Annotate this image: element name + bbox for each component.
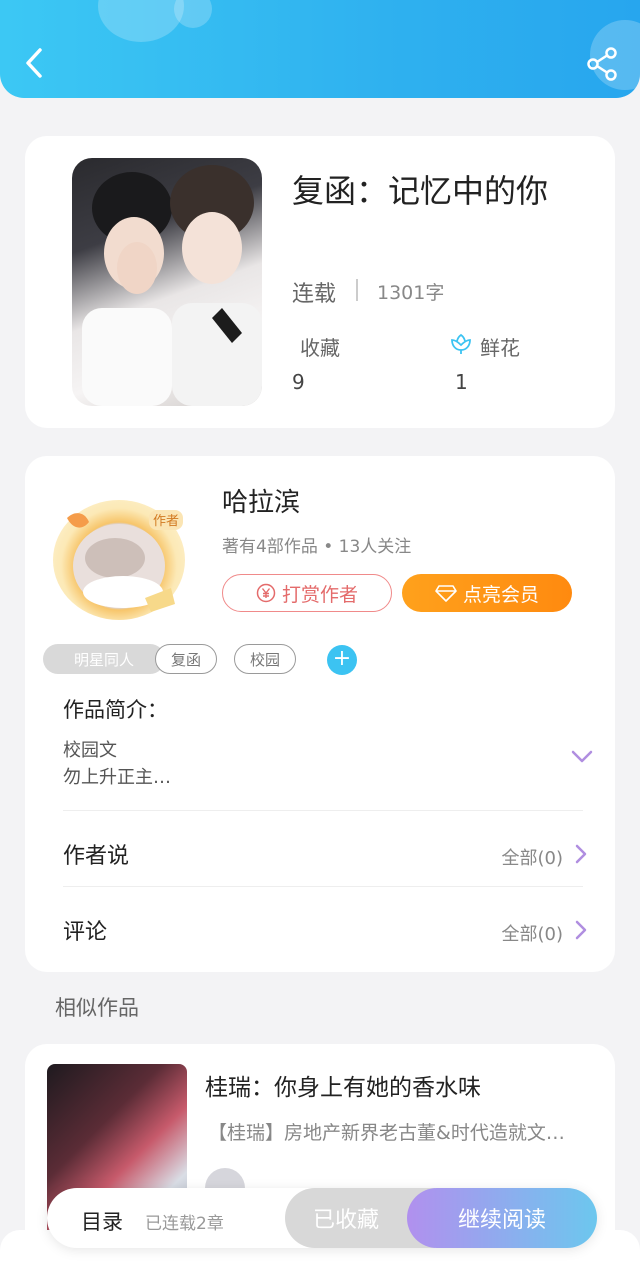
- vip-button[interactable]: 点亮会员: [402, 574, 572, 612]
- toc-label: 目录: [81, 1210, 123, 1234]
- intro-text-line: 勿上升正主…: [63, 767, 171, 788]
- author-name[interactable]: 哈拉滨: [222, 482, 300, 519]
- similar-work-title: 桂瑞：你身上有她的香水味: [205, 1075, 481, 1101]
- tip-author-button[interactable]: 打赏作者: [222, 574, 392, 612]
- share-icon: [587, 47, 617, 81]
- continue-reading-button[interactable]: 继续阅读: [407, 1188, 597, 1248]
- tip-author-label: 打赏作者: [281, 583, 358, 606]
- author-says-all: 全部(0): [501, 848, 564, 869]
- collected-label: 已收藏: [313, 1208, 380, 1233]
- book-info-card: 复函：记忆中的你 连载 1301字 收藏 9 鲜花 1: [25, 136, 615, 428]
- author-meta: 著有4部作品 • 13人关注: [222, 537, 412, 557]
- flower-icon: [451, 333, 471, 354]
- tag-item[interactable]: 明星同人: [43, 644, 165, 674]
- diamond-icon: [435, 585, 457, 602]
- toc-chapter-count: 已连载2章: [145, 1214, 224, 1234]
- similar-work-desc: 【桂瑞】房地产新界老古董&时代造就文…: [208, 1122, 565, 1144]
- author-info-card: 作者 哈拉滨 著有4部作品 • 13人关注 打赏作者 点亮会员 明星同人 复函 …: [25, 456, 615, 972]
- decor-bubble-1: [98, 0, 184, 42]
- book-cover-image[interactable]: [72, 158, 262, 406]
- status-divider: [356, 279, 358, 301]
- back-button[interactable]: [18, 42, 54, 82]
- author-avatar[interactable]: 作者: [53, 500, 185, 620]
- divider: [63, 810, 583, 811]
- chevron-right-icon: [575, 920, 587, 940]
- chevron-down-icon[interactable]: [569, 748, 595, 766]
- intro-title: 作品简介：: [63, 698, 168, 722]
- similar-works-heading: 相似作品: [55, 996, 139, 1020]
- divider: [63, 886, 583, 887]
- book-status: 连载: [292, 282, 337, 307]
- back-arrow-icon: [26, 48, 42, 78]
- vip-label: 点亮会员: [462, 583, 539, 606]
- flowers-count: 1: [455, 370, 468, 394]
- book-title: 复函：记忆中的你: [292, 172, 549, 210]
- tag-item[interactable]: 复函: [155, 644, 217, 674]
- comments-all: 全部(0): [501, 924, 564, 945]
- favorites-label: 收藏: [300, 336, 340, 360]
- tag-item[interactable]: 校园: [234, 644, 296, 674]
- header-bar: [0, 0, 640, 98]
- bottom-action-bar: 目录 已连载2章 已收藏 继续阅读: [47, 1188, 597, 1248]
- continue-reading-label: 继续阅读: [457, 1208, 546, 1233]
- cover-figures-illustration: [82, 165, 262, 406]
- flowers-label: 鲜花: [480, 336, 520, 360]
- yen-coin-icon: [256, 583, 276, 603]
- comments-label: 评论: [63, 920, 108, 945]
- avatar-decoration: 作者: [67, 510, 183, 612]
- author-says-label: 作者说: [63, 844, 130, 869]
- book-word-count: 1301字: [377, 282, 445, 304]
- avatar-badge: 作者: [153, 514, 179, 529]
- decor-bubble-2: [174, 0, 212, 28]
- share-button[interactable]: [586, 46, 618, 82]
- chevron-right-icon: [575, 844, 587, 864]
- favorites-count: 9: [292, 370, 305, 394]
- add-tag-button[interactable]: +: [327, 645, 357, 675]
- intro-text-line: 校园文: [63, 740, 117, 761]
